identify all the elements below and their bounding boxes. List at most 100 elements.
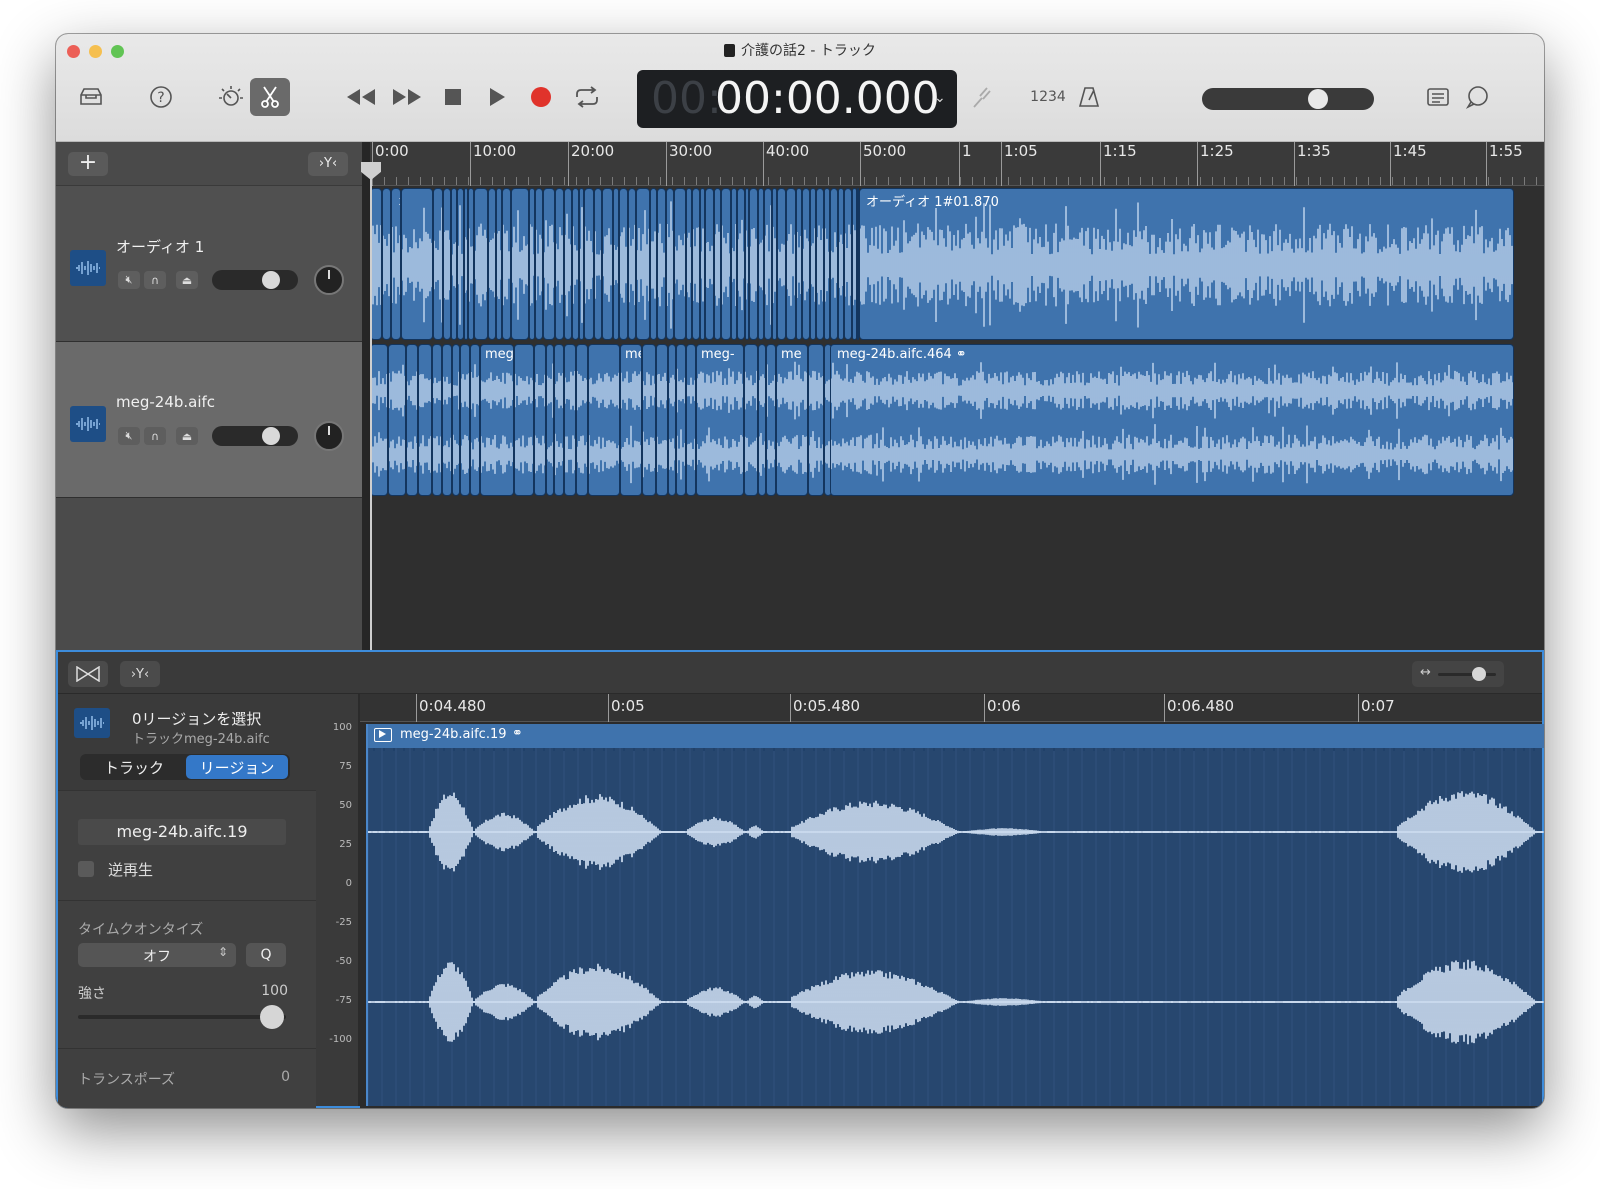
audio-region[interactable] bbox=[816, 188, 824, 340]
editors-button[interactable] bbox=[250, 78, 290, 116]
count-in-button[interactable]: 1234 bbox=[1028, 84, 1068, 110]
audio-region[interactable] bbox=[442, 344, 452, 496]
smart-controls-button[interactable] bbox=[216, 84, 246, 110]
stop-button[interactable] bbox=[440, 84, 466, 110]
loop-browser-button[interactable] bbox=[1464, 84, 1492, 110]
library-button[interactable] bbox=[76, 84, 106, 110]
audio-region[interactable] bbox=[777, 188, 786, 340]
audio-region[interactable] bbox=[674, 188, 686, 340]
input-monitor-button[interactable]: ⏏ bbox=[176, 427, 198, 445]
mute-button[interactable]: 🔇︎ bbox=[118, 271, 140, 289]
editor-zoom-slider[interactable]: ↔ bbox=[1412, 661, 1504, 687]
strength-knob[interactable] bbox=[260, 1005, 284, 1029]
timeline-ruler[interactable]: 0:00 10:00 20:00 30:00 40:00 50:00 1 1:05 1:15 1:… bbox=[370, 142, 1544, 186]
cycle-button[interactable] bbox=[572, 84, 602, 110]
audio-region[interactable] bbox=[564, 188, 572, 340]
audio-region[interactable] bbox=[555, 188, 564, 340]
audio-region[interactable] bbox=[657, 188, 666, 340]
lcd-display[interactable]: 00: 00:00.000 ⌄ bbox=[637, 70, 957, 128]
audio-region[interactable] bbox=[514, 344, 534, 496]
reverse-checkbox[interactable] bbox=[78, 861, 94, 877]
region-name-field[interactable]: meg-24b.aifc.19 bbox=[78, 819, 286, 845]
solo-button[interactable]: ∩ bbox=[144, 271, 166, 289]
audio-region[interactable] bbox=[406, 344, 418, 496]
play-button[interactable] bbox=[484, 84, 510, 110]
audio-region[interactable] bbox=[628, 188, 636, 340]
audio-region[interactable] bbox=[576, 344, 588, 496]
input-monitor-button[interactable]: ⏏ bbox=[176, 271, 198, 289]
audio-region[interactable] bbox=[642, 344, 656, 496]
audio-region[interactable] bbox=[844, 188, 852, 340]
track-volume-knob[interactable] bbox=[262, 427, 280, 445]
pan-knob[interactable] bbox=[314, 265, 344, 295]
catch-playhead-button[interactable]: ›Y‹ bbox=[308, 152, 348, 176]
audio-region[interactable] bbox=[602, 188, 613, 340]
pan-knob[interactable] bbox=[314, 421, 344, 451]
audio-region[interactable] bbox=[802, 188, 810, 340]
audio-region[interactable] bbox=[502, 188, 511, 340]
audio-region[interactable] bbox=[721, 188, 731, 340]
track-volume-slider[interactable] bbox=[212, 270, 298, 290]
audio-region[interactable] bbox=[786, 188, 796, 340]
editor-catch-button[interactable]: ›Y‹ bbox=[120, 661, 160, 687]
audio-region[interactable] bbox=[433, 188, 443, 340]
audio-region[interactable] bbox=[744, 344, 758, 496]
tracks-area[interactable]: オ オーディオ 1#01.870 meg me meg-me meg-24b.aifc.… bbox=[370, 186, 1544, 650]
audio-region[interactable] bbox=[830, 188, 838, 340]
audio-region[interactable] bbox=[668, 344, 676, 496]
audio-region[interactable]: meg bbox=[480, 344, 514, 496]
rewind-button[interactable] bbox=[344, 84, 378, 110]
editor-waveform-area[interactable]: meg-24b.aifc.19 ⚭ bbox=[360, 722, 1544, 1108]
audio-region[interactable] bbox=[766, 344, 776, 496]
audio-region[interactable] bbox=[452, 344, 460, 496]
time-quantize-select[interactable]: オフ ⇕ bbox=[78, 943, 236, 967]
audio-region[interactable] bbox=[534, 344, 546, 496]
editor-ruler[interactable]: 0:04.480 0:05 0:05.480 0:06 0:06.480 0:07 bbox=[360, 694, 1542, 722]
editor-region[interactable]: meg-24b.aifc.19 ⚭ bbox=[366, 724, 1544, 1106]
audio-region[interactable] bbox=[554, 344, 564, 496]
audio-region[interactable] bbox=[588, 344, 620, 496]
master-volume-slider[interactable] bbox=[1202, 88, 1374, 110]
playhead[interactable] bbox=[370, 164, 372, 650]
audio-region[interactable] bbox=[543, 188, 555, 340]
audio-region[interactable] bbox=[650, 188, 657, 340]
help-button[interactable]: ? bbox=[146, 84, 176, 110]
audio-region[interactable] bbox=[692, 188, 700, 340]
notepad-button[interactable] bbox=[1424, 84, 1452, 110]
tab-track[interactable]: トラック bbox=[82, 755, 186, 779]
tab-region[interactable]: リージョン bbox=[186, 755, 288, 779]
audio-region[interactable] bbox=[457, 188, 464, 340]
zoom-knob[interactable] bbox=[1472, 667, 1486, 681]
add-track-button[interactable]: + bbox=[68, 152, 108, 176]
audio-region[interactable] bbox=[474, 188, 488, 340]
audio-region[interactable] bbox=[764, 188, 772, 340]
audio-region[interactable]: me bbox=[620, 344, 642, 496]
audio-region[interactable] bbox=[401, 188, 433, 340]
audio-region[interactable] bbox=[584, 188, 594, 340]
tuner-button[interactable] bbox=[968, 84, 994, 110]
audio-region[interactable] bbox=[749, 188, 758, 340]
audio-region[interactable] bbox=[636, 188, 650, 340]
master-volume-knob[interactable] bbox=[1308, 89, 1328, 109]
audio-region[interactable] bbox=[737, 188, 745, 340]
audio-region[interactable] bbox=[382, 188, 391, 340]
track-name[interactable]: オーディオ 1 bbox=[116, 236, 204, 257]
flex-time-button[interactable] bbox=[68, 661, 108, 687]
chevron-down-icon[interactable]: ⌄ bbox=[934, 90, 946, 106]
audio-region[interactable]: me bbox=[776, 344, 808, 496]
audio-region-main[interactable]: meg-24b.aifc.464 ⚭ bbox=[830, 344, 1514, 496]
audio-region[interactable] bbox=[758, 344, 766, 496]
audio-region[interactable] bbox=[535, 188, 543, 340]
solo-button[interactable]: ∩ bbox=[144, 427, 166, 445]
audio-region[interactable] bbox=[511, 188, 529, 340]
audio-region[interactable] bbox=[432, 344, 442, 496]
audio-region[interactable] bbox=[808, 344, 824, 496]
track-header-audio-1[interactable]: オーディオ 1 🔇︎ ∩ ⏏ bbox=[56, 186, 362, 342]
audio-region[interactable] bbox=[418, 344, 432, 496]
editor-region-header[interactable]: meg-24b.aifc.19 ⚭ bbox=[368, 724, 1544, 748]
audio-region[interactable] bbox=[705, 188, 714, 340]
quantize-button[interactable]: Q bbox=[246, 943, 286, 967]
audio-region[interactable] bbox=[388, 344, 406, 496]
audio-region[interactable]: オ bbox=[391, 188, 401, 340]
track-name[interactable]: meg-24b.aifc bbox=[116, 393, 215, 411]
